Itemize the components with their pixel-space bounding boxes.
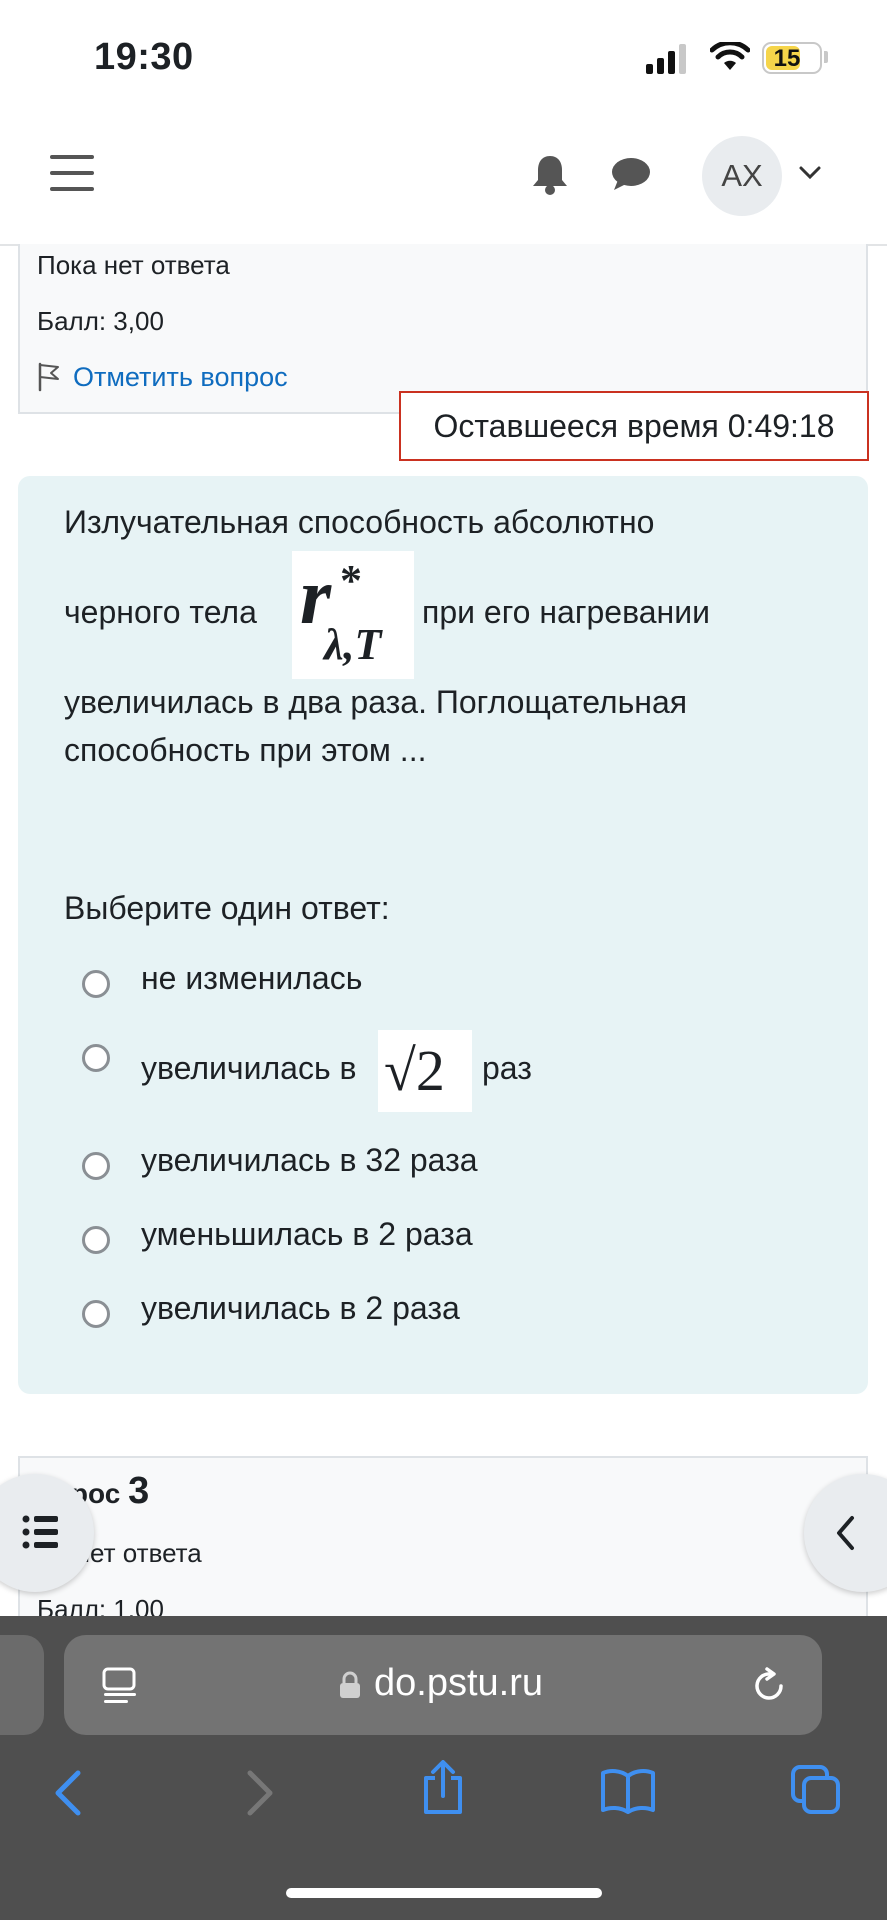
lock-icon <box>340 1671 360 1698</box>
formula-sup: * <box>340 556 362 605</box>
question-text-line: при его нагревании <box>422 594 710 630</box>
answer-radio[interactable] <box>82 1152 110 1180</box>
bell-icon[interactable] <box>530 153 570 195</box>
flag-question-link[interactable]: Отметить вопрос <box>73 362 288 393</box>
answer-radio[interactable] <box>82 1044 110 1072</box>
prev-question-score: Балл: 3,00 <box>37 306 164 336</box>
back-icon[interactable] <box>46 1768 96 1818</box>
chevron-left-icon <box>837 1516 854 1550</box>
battery-tip <box>824 51 828 63</box>
answer-label[interactable]: не изменилась <box>141 960 362 997</box>
bookmarks-icon[interactable] <box>600 1766 656 1816</box>
answer-label[interactable]: увеличилась в 32 раза <box>141 1142 478 1179</box>
prev-question-status: Пока нет ответа <box>37 250 230 280</box>
sqrt-formula: √2 <box>384 1038 445 1103</box>
formula-sub: λ,T <box>324 620 382 669</box>
question-text-line: увеличилась в два раза. Поглощательная <box>64 684 688 720</box>
cellular-signal-icon <box>646 44 686 74</box>
home-indicator <box>286 1888 602 1898</box>
status-time: 19:30 <box>94 36 194 78</box>
formula-image: r * λ,T <box>292 551 414 679</box>
next-question-number: 3 <box>128 1470 150 1512</box>
answer-label[interactable]: раз <box>482 1050 532 1087</box>
share-icon[interactable] <box>418 1760 468 1816</box>
menu-icon[interactable] <box>50 155 94 191</box>
choose-answer-label: Выберите один ответ: <box>64 890 390 926</box>
battery-icon: 15 <box>762 42 822 74</box>
flag-icon[interactable] <box>36 362 62 392</box>
forward-icon[interactable] <box>232 1768 282 1818</box>
question-text-line: Излучательная способность абсолютно <box>64 504 655 540</box>
reload-icon[interactable] <box>750 1666 790 1706</box>
answer-radio[interactable] <box>82 1226 110 1254</box>
user-avatar[interactable]: AX <box>702 136 782 216</box>
answer-label[interactable]: уменьшилась в 2 раза <box>141 1216 473 1253</box>
wifi-icon <box>710 42 750 70</box>
url-text[interactable]: do.pstu.ru <box>374 1662 543 1705</box>
answer-radio[interactable] <box>82 1300 110 1328</box>
answer-label[interactable]: увеличилась в <box>141 1050 357 1087</box>
time-remaining: Оставшееся время 0:49:18 <box>399 391 869 461</box>
question-text-line: черного тела <box>64 594 257 630</box>
previous-tab-preview[interactable] <box>0 1635 44 1735</box>
tabs-icon[interactable] <box>790 1764 842 1816</box>
list-icon <box>22 1515 58 1549</box>
chevron-down-icon[interactable] <box>798 164 822 182</box>
answer-label[interactable]: увеличилась в 2 раза <box>141 1290 460 1327</box>
chat-icon[interactable] <box>610 156 652 192</box>
reader-mode-icon[interactable] <box>100 1666 140 1706</box>
battery-level: 15 <box>773 45 801 72</box>
sqrt-formula-image: √2 <box>378 1030 472 1112</box>
answer-radio[interactable] <box>82 970 110 998</box>
question-text-line: способность при этом ... <box>64 732 427 768</box>
